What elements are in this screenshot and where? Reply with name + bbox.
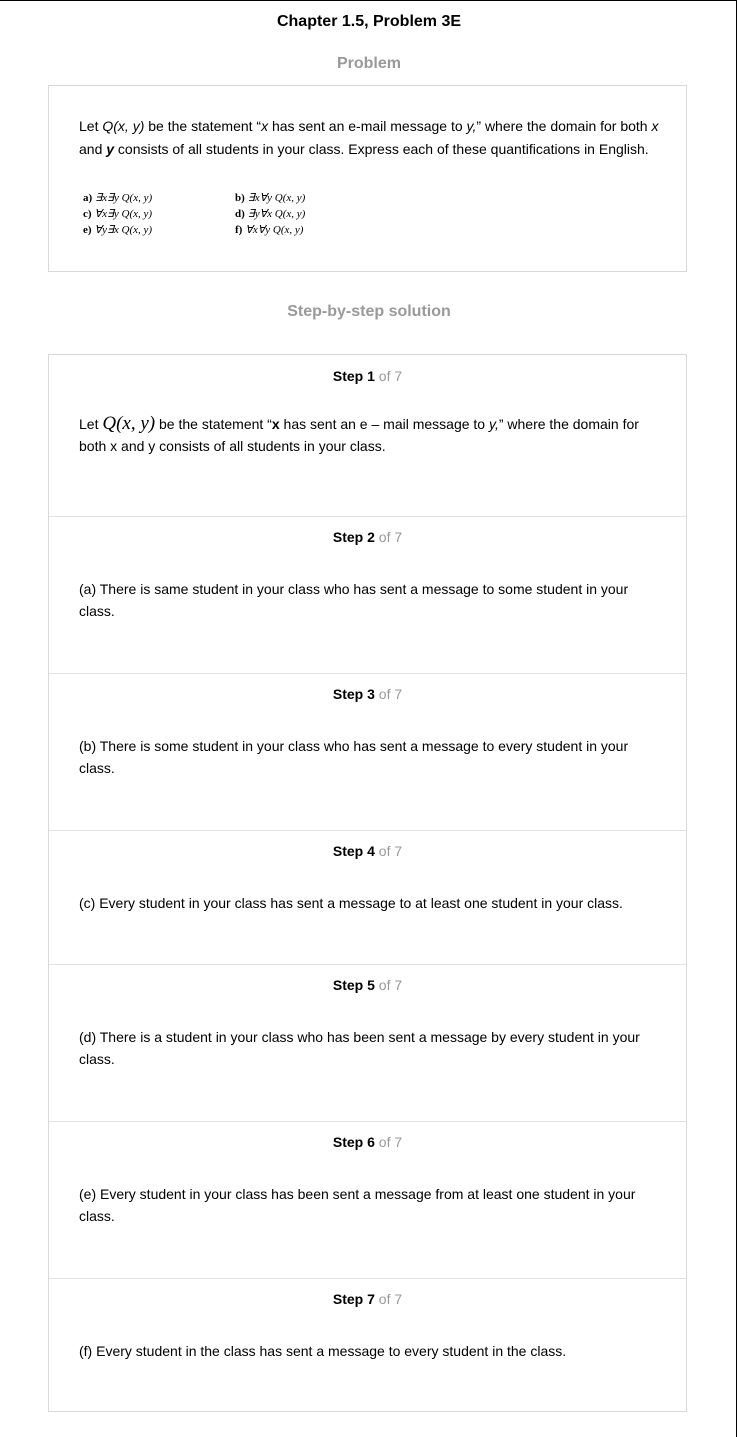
step-3: Step 3 of 7 (b) There is some student in… [49,673,686,831]
step-header: Step 4 of 7 [332,843,403,859]
quantification-item-a: a) ∃x∃y Q(x, y) [83,192,153,204]
step-header: Step 1 of 7 [332,368,403,384]
quantification-item-b: b) ∃x∀y Q(x, y) [235,192,306,204]
step-header: Step 6 of 7 [332,1134,403,1150]
quantification-list: a) ∃x∃y Q(x, y) b) ∃x∀y Q(x, y) c) ∀x∃y Q(x… [83,190,387,238]
problem-heading: Problem [336,55,401,72]
step-text: (c) Every student in your class has sent… [79,895,623,911]
frame-right-border [736,0,737,1437]
quantification-item-f: f) ∀x∀y Q(x, y) [235,224,304,236]
step-6: Step 6 of 7 (e) Every student in your cl… [49,1121,686,1279]
step-text: (d) There is a student in your class who… [79,1029,640,1067]
quantification-item-c: c) ∀x∃y Q(x, y) [83,208,153,220]
step-text: (f) Every student in the class has sent … [79,1343,567,1359]
frame-top-border [0,0,737,1]
step-header: Step 3 of 7 [332,686,403,702]
quantification-item-d: d) ∃y∀x Q(x, y) [235,208,306,220]
step-text: Let Q(x, y) be the statement “x has sent… [79,413,639,454]
step-header: Step 7 of 7 [332,1291,403,1307]
quantification-item-e: e) ∀y∃x Q(x, y) [83,224,153,236]
step-text: (e) Every student in your class has been… [79,1186,636,1224]
solution-box: Step 1 of 7 Let Q(x, y) be the statement… [48,354,687,1412]
step-text: (b) There is some student in your class … [79,738,629,776]
step-2: Step 2 of 7 (a) There is same student in… [49,516,686,674]
solution-heading: Step-by-step solution [287,303,451,320]
step-4: Step 4 of 7 (c) Every student in your cl… [49,830,686,965]
step-header: Step 5 of 7 [332,977,403,993]
step-5: Step 5 of 7 (d) There is a student in yo… [49,964,686,1122]
problem-box: Let Q(x, y) be the statement “x has sent… [48,85,687,272]
page-title: Chapter 1.5, Problem 3E [276,13,462,30]
problem-statement: Let Q(x, y) be the statement “x has sent… [79,118,659,157]
step-1: Step 1 of 7 Let Q(x, y) be the statement… [49,355,686,517]
step-text: (a) There is same student in your class … [79,581,629,619]
step-7: Step 7 of 7 (f) Every student in the cla… [49,1278,686,1411]
step-header: Step 2 of 7 [332,529,403,545]
